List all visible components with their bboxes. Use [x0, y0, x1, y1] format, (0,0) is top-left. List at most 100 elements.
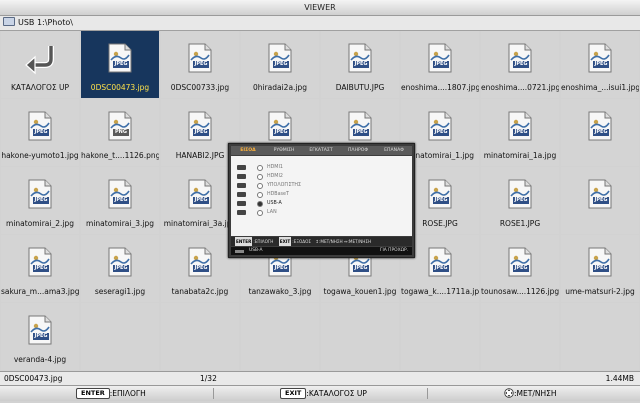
source-lan[interactable]: LAN — [237, 209, 397, 216]
tab-info[interactable]: ΠΛΗΡΟΦ — [341, 146, 375, 155]
image-file-icon: JPEG — [428, 179, 452, 209]
lan-icon — [237, 210, 246, 215]
image-file-icon: JPEG — [188, 247, 212, 277]
file-item[interactable]: JPEG — [561, 167, 639, 234]
file-item[interactable]: JPEG sakura_m...ama3.jpg — [1, 235, 79, 302]
exit-hint[interactable]: EXIT:ΚΑΤΑΛΟΓΟΣ UP — [280, 386, 367, 401]
enter-key-icon: ENTER — [76, 388, 110, 399]
file-type-badge: JPEG — [353, 265, 369, 272]
file-item[interactable]: JPEG ume-matsuri-2.jpg — [561, 235, 639, 302]
source-hdmi1[interactable]: HDMI1 — [237, 164, 397, 171]
file-item[interactable]: JPEG enoshima....0721.jpg — [481, 31, 559, 98]
radio-button[interactable] — [257, 174, 263, 180]
file-item[interactable]: JPEG 0DSC00473.jpg — [81, 31, 159, 98]
enter-hint[interactable]: ENTER:ΕΠΙΛΟΓΗ — [76, 386, 146, 401]
file-item[interactable]: JPEG veranda-4.jpg — [1, 303, 79, 370]
image-file-icon: JPEG — [108, 43, 132, 73]
file-type-badge: JPEG — [193, 197, 209, 204]
image-file-icon: JPEG — [188, 43, 212, 73]
image-file-icon: JPEG — [508, 247, 532, 277]
image-file-icon: JPEG — [188, 111, 212, 141]
file-item[interactable]: JPEG 0DSC00733.jpg — [161, 31, 239, 98]
hdbaset-icon — [237, 192, 246, 197]
input-menu-overlay: ΕΙΣΟΔ ΡΥΘΜΙΣΗ ΕΓΚΑΤΑΣΤ ΠΛΗΡΟΦ ΕΠΑΝΑΦ HDM… — [228, 143, 415, 258]
file-name-label: hakone-yumoto1.jpg — [1, 151, 79, 160]
nav-hint: ↕:ΜΕΤ/ΝΗΣΗ ↔:ΜΕΤ/ΝΗΣΗ — [315, 239, 372, 244]
image-file-icon: JPEG — [188, 179, 212, 209]
folder-up-item[interactable]: ΚΑΤΑΛΟΓΟΣ UP — [1, 31, 79, 98]
file-item[interactable]: JPEG tounosaw....1126.jpg — [481, 235, 559, 302]
image-file-icon: JPEG — [588, 111, 612, 141]
enter-key-icon: ENTER — [235, 237, 253, 246]
source-hdbaset[interactable]: HDBaseT — [237, 191, 397, 198]
file-name-label: ROSE1.JPG — [499, 219, 541, 228]
tab-reset[interactable]: ΕΠΑΝΑΦ — [377, 146, 411, 155]
file-type-badge: JPEG — [593, 197, 609, 204]
empty-cell — [161, 303, 239, 370]
image-file-icon: JPEG — [348, 43, 372, 73]
radio-button[interactable] — [257, 183, 263, 189]
source-hdmi2[interactable]: HDMI2 — [237, 173, 397, 180]
image-file-icon: JPEG — [268, 43, 292, 73]
tab-setup[interactable]: ΕΓΚΑΤΑΣΤ — [303, 146, 339, 155]
file-type-badge: JPEG — [273, 129, 289, 136]
tab-adjust[interactable]: ΡΥΘΜΙΣΗ — [267, 146, 301, 155]
radio-button[interactable] — [257, 210, 263, 216]
empty-cell — [81, 303, 159, 370]
file-item[interactable]: JPEG minatomirai_1a.jpg — [481, 99, 559, 166]
empty-cell — [241, 303, 319, 370]
image-file-icon: JPEG — [508, 43, 532, 73]
file-name-label: enoshima....0721.jpg — [481, 83, 559, 92]
empty-cell — [481, 303, 559, 370]
file-name-label: 0hiradai2a.jpg — [252, 83, 308, 92]
image-file-icon: JPEG — [428, 111, 452, 141]
file-type-badge: JPEG — [593, 61, 609, 68]
file-size: 1.44MB — [605, 374, 634, 383]
file-type-badge: JPEG — [273, 265, 289, 272]
file-item[interactable]: JPEG ROSE1.JPG — [481, 167, 559, 234]
hdmi-icon — [237, 165, 246, 170]
image-file-icon: JPEG — [108, 179, 132, 209]
file-type-badge: JPEG — [593, 265, 609, 272]
path-text: USB 1:\Photo\ — [18, 18, 73, 27]
radio-button[interactable] — [257, 192, 263, 198]
file-type-badge: JPEG — [113, 61, 129, 68]
file-item[interactable]: JPEG DAIBUTU.JPG — [321, 31, 399, 98]
exit-key-icon: EXIT — [280, 388, 307, 399]
image-file-icon: JPEG — [508, 111, 532, 141]
file-name-label: 0DSC00733.jpg — [170, 83, 230, 92]
radio-button-selected[interactable] — [257, 201, 263, 207]
file-type-badge: JPEG — [513, 129, 529, 136]
radio-button[interactable] — [257, 165, 263, 171]
file-item[interactable]: PNG hakone_t....1126.png — [81, 99, 159, 166]
file-name-label: tanzawako_3.jpg — [248, 287, 312, 296]
file-item[interactable]: JPEG — [561, 99, 639, 166]
file-item[interactable]: JPEG hakone-yumoto1.jpg — [1, 99, 79, 166]
path-bar: USB 1:\Photo\ — [0, 16, 640, 31]
empty-cell — [401, 303, 479, 370]
file-item[interactable]: JPEG enoshima_...isui1.jpg — [561, 31, 639, 98]
file-item[interactable]: JPEG minatomirai_2.jpg — [1, 167, 79, 234]
source-usb-a[interactable]: USB-A — [237, 200, 397, 207]
file-item[interactable]: JPEG 0hiradai2a.jpg — [241, 31, 319, 98]
image-file-icon: JPEG — [108, 247, 132, 277]
file-type-badge: JPEG — [113, 265, 129, 272]
image-file-icon: JPEG — [588, 247, 612, 277]
file-name-label: hakone_t....1126.png — [81, 151, 159, 160]
file-name-label: DAIBUTU.JPG — [335, 83, 385, 92]
file-item[interactable]: JPEG enoshima....1807.jpg — [401, 31, 479, 98]
file-item[interactable]: JPEG minatomirai_3.jpg — [81, 167, 159, 234]
file-item[interactable]: JPEG seseragi1.jpg — [81, 235, 159, 302]
source-computer[interactable]: ΥΠΟΛΟΓΙΣΤΗΣ — [237, 182, 397, 189]
image-file-icon: PNG — [108, 111, 132, 141]
return-arrow-icon — [23, 43, 57, 75]
file-name-label: enoshima....1807.jpg — [401, 83, 479, 92]
file-type-badge: JPEG — [353, 129, 369, 136]
tab-input[interactable]: ΕΙΣΟΔ — [231, 146, 265, 155]
image-file-icon: JPEG — [508, 179, 532, 209]
file-type-badge: JPEG — [193, 61, 209, 68]
file-type-badge: JPEG — [513, 197, 529, 204]
file-name-label: ΚΑΤΑΛΟΓΟΣ UP — [10, 83, 69, 92]
move-hint[interactable]: :ΜΕΤ/ΝΗΣΗ — [504, 386, 556, 401]
file-type-badge: JPEG — [433, 197, 449, 204]
